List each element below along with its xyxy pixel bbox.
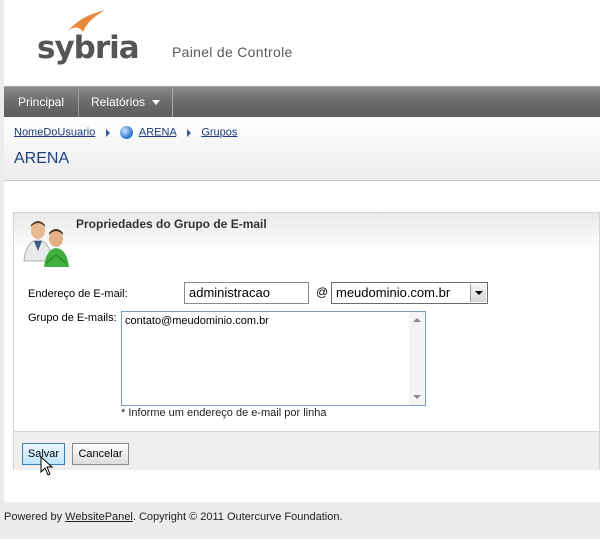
breadcrumb: NomeDoUsuario ARENA Grupos xyxy=(14,126,237,139)
email-local-part-input[interactable]: administracao xyxy=(184,282,309,304)
page-title: ARENA xyxy=(14,150,70,167)
email-group-textarea[interactable]: contato@meudominio.com.br xyxy=(121,311,426,406)
breadcrumb-link-arena[interactable]: ARENA xyxy=(139,126,176,138)
panel-header: Propriedades do Grupo de E-mail xyxy=(14,213,599,269)
user-group-icon xyxy=(23,221,69,267)
panel-title: Propriedades do Grupo de E-mail xyxy=(76,217,267,231)
footer-link-websitepanel[interactable]: WebsitePanel xyxy=(65,511,133,523)
breadcrumb-link-grupos[interactable]: Grupos xyxy=(201,126,237,138)
breadcrumb-band: NomeDoUsuario ARENA Grupos ARENA xyxy=(4,117,600,181)
breadcrumb-link-user[interactable]: NomeDoUsuario xyxy=(14,126,95,138)
email-group-hint: * Informe um endereço de e-mail por linh… xyxy=(121,407,327,419)
page: sybria Painel de Controle Principal Rela… xyxy=(0,0,600,539)
nav-item-label: Relatórios xyxy=(90,95,146,109)
mouse-cursor-icon xyxy=(40,456,54,476)
footer-copyright: . Copyright © 2011 Outercurve Foundation… xyxy=(132,511,343,523)
panel-footer: Salvar Cancelar xyxy=(14,431,599,470)
scroll-up-icon[interactable] xyxy=(413,318,421,322)
email-group-panel: Propriedades do Grupo de E-mail Endereço… xyxy=(13,212,600,470)
nav-item-principal[interactable]: Principal xyxy=(4,87,79,117)
top-nav: Principal Relatórios xyxy=(4,86,600,117)
nav-item-relatorios[interactable]: Relatórios xyxy=(79,87,173,117)
scroll-down-icon[interactable] xyxy=(413,395,421,399)
page-footer: Powered by WebsitePanel. Copyright © 201… xyxy=(4,511,343,523)
email-group-textarea-value: contato@meudominio.com.br xyxy=(125,315,269,327)
email-address-label: Endereço de E-mail: xyxy=(28,288,128,300)
globe-icon xyxy=(120,126,134,139)
header-title: Painel de Controle xyxy=(172,44,293,60)
caret-down-icon xyxy=(152,100,161,106)
breadcrumb-arrow-icon xyxy=(106,128,111,137)
domain-select-value: meudominio.com.br xyxy=(336,285,451,300)
logo: sybria xyxy=(37,8,147,78)
logo-text: sybria xyxy=(37,30,140,66)
breadcrumb-arrow-icon xyxy=(187,128,192,137)
email-group-label: Grupo de E-mails: xyxy=(28,312,117,324)
at-sign: @ xyxy=(316,285,329,299)
domain-select[interactable]: meudominio.com.br xyxy=(331,282,488,304)
nav-item-label: Principal xyxy=(17,95,65,109)
cancel-button[interactable]: Cancelar xyxy=(72,443,129,465)
footer-prefix: Powered by xyxy=(4,511,66,523)
dropdown-arrow-icon[interactable] xyxy=(470,284,486,302)
header: sybria Painel de Controle xyxy=(4,0,600,86)
textarea-scrollbar[interactable] xyxy=(409,312,425,405)
